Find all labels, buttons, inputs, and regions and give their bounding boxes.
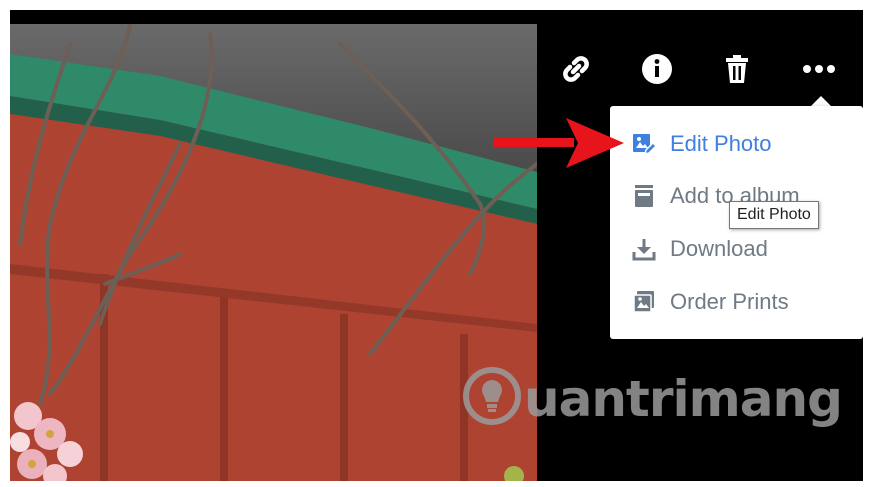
link-icon[interactable] [559, 52, 593, 86]
trash-icon[interactable] [720, 52, 754, 86]
menu-item-order-prints[interactable]: Order Prints [610, 280, 863, 324]
prints-icon [632, 290, 656, 314]
photo-toolbar [10, 52, 863, 92]
album-icon [632, 184, 656, 208]
annotation-arrow [494, 116, 624, 181]
watermark-bulb-icon [462, 366, 522, 431]
info-icon[interactable] [640, 52, 674, 86]
menu-item-label: Download [670, 236, 768, 261]
photo-viewer: Edit Photo Add to album Download Order P… [10, 10, 863, 481]
more-icon[interactable] [802, 52, 836, 86]
menu-item-edit-photo[interactable]: Edit Photo [610, 122, 863, 166]
download-icon [632, 237, 656, 261]
watermark-text: uantrimang [524, 369, 843, 428]
menu-item-label: Edit Photo [670, 131, 772, 156]
menu-item-label: Order Prints [670, 289, 789, 314]
tooltip: Edit Photo [729, 201, 819, 229]
watermark: uantrimang [462, 366, 843, 431]
edit-photo-icon [632, 132, 656, 156]
photo-image [10, 24, 537, 481]
menu-item-download[interactable]: Download [610, 227, 863, 271]
menu-caret [811, 96, 831, 106]
